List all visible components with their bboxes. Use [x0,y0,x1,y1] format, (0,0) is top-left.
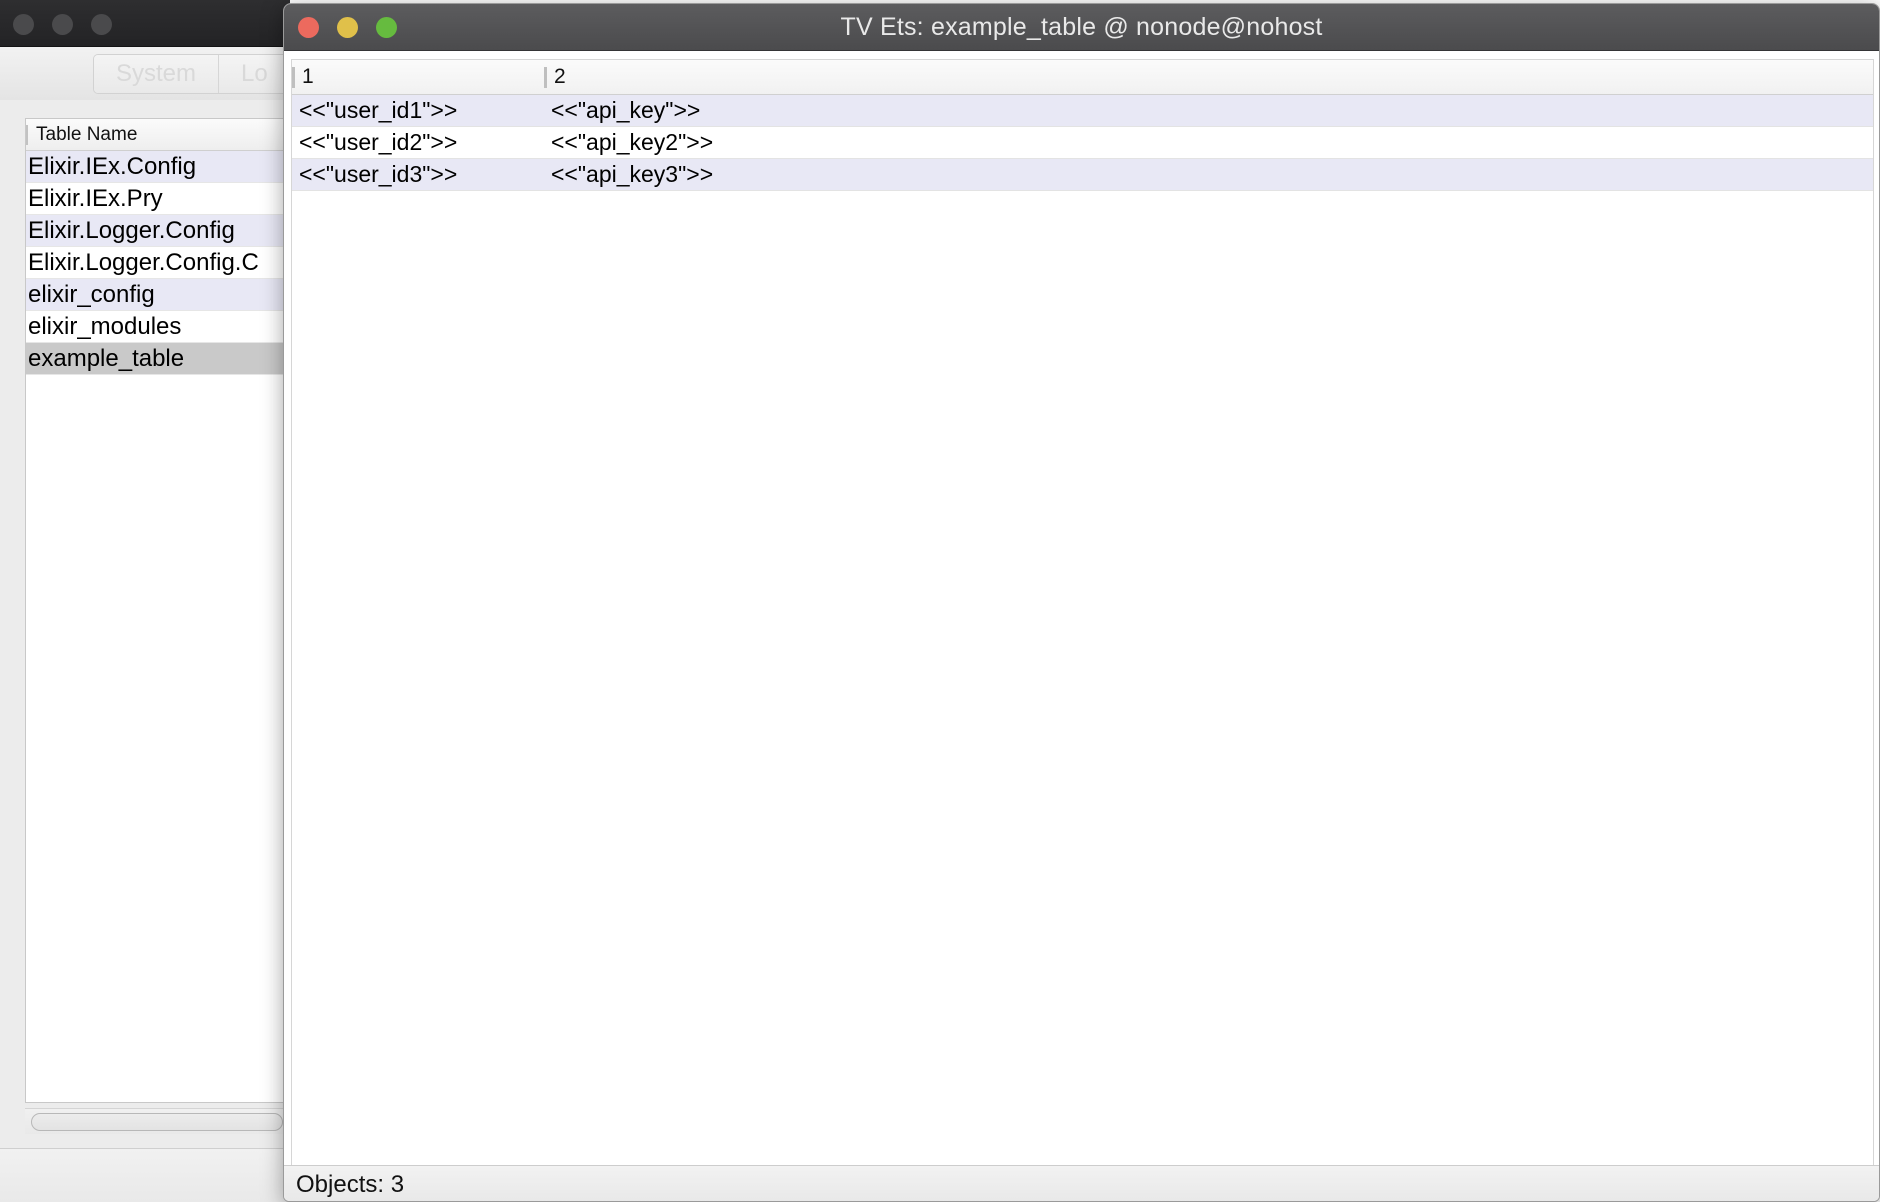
background-window-bottom-bar [0,1148,290,1202]
ets-table-viewer-window[interactable]: TV Ets: example_table @ nonode@nohost 1 … [283,3,1880,1202]
tab-group[interactable]: System Lo [93,54,290,94]
minimize-icon[interactable] [337,17,358,38]
column-header-1-label: 1 [302,65,314,88]
tab-system[interactable]: System [94,55,220,93]
maximize-icon[interactable] [91,14,112,35]
list-item[interactable]: Elixir.IEx.Pry [26,183,290,215]
list-item-label: example_table [28,344,185,372]
background-window[interactable]: System Lo Table Name Elixir.IEx.Config E… [0,0,290,1202]
list-item-label: Elixir.IEx.Config [28,152,197,180]
data-grid-header-row: 1 2 [292,60,1873,95]
window-title: TV Ets: example_table @ nonode@nohost [840,12,1323,41]
close-icon[interactable] [298,17,319,38]
list-item[interactable]: Elixir.Logger.Config.C [26,247,290,279]
background-window-titlebar[interactable] [0,0,290,47]
data-grid[interactable]: 1 2 <<"user_id1">> <<"api_key">> <<"user… [291,59,1874,1165]
horizontal-scrollbar-thumb[interactable] [31,1113,283,1131]
list-item[interactable]: elixir_modules [26,311,290,343]
table-cell: <<"user_id1">> [299,97,458,123]
data-grid-empty-area [292,191,1873,1165]
background-window-toolbar: System Lo [0,47,290,100]
table-cell: <<"user_id3">> [299,161,458,187]
close-icon[interactable] [13,14,34,35]
tab-lo-label: Lo [241,60,268,87]
window-titlebar[interactable]: TV Ets: example_table @ nonode@nohost [284,4,1879,51]
list-item-label: Elixir.Logger.Config [28,216,235,244]
horizontal-scrollbar[interactable] [25,1108,290,1134]
list-item-label: Elixir.IEx.Pry [28,184,163,212]
minimize-icon[interactable] [52,14,73,35]
maximize-icon[interactable] [376,17,397,38]
table-row[interactable]: <<"user_id1">> <<"api_key">> [292,95,1873,127]
object-count-status: Objects: 3 [296,1170,405,1198]
list-item[interactable]: Elixir.Logger.Config [26,215,290,247]
status-bar: Objects: 3 [284,1165,1879,1201]
list-item[interactable]: elixir_config [26,279,290,311]
list-item-label: Elixir.Logger.Config.C [28,248,259,276]
table-cell: <<"user_id2">> [299,129,458,155]
column-header-1[interactable]: 1 [292,60,544,94]
column-header-2-label: 2 [554,65,566,88]
table-name-list-panel[interactable]: Table Name Elixir.IEx.Config Elixir.IEx.… [25,118,290,1103]
tab-lo[interactable]: Lo [219,55,290,93]
table-cell: <<"api_key">> [551,97,701,123]
table-row[interactable]: <<"user_id2">> <<"api_key2">> [292,127,1873,159]
table-cell: <<"api_key2">> [551,129,714,155]
list-item[interactable]: Elixir.IEx.Config [26,151,290,183]
table-name-column-header[interactable]: Table Name [26,119,290,151]
data-grid-container: 1 2 <<"user_id1">> <<"api_key">> <<"user… [284,52,1879,1165]
list-item-label: elixir_config [28,280,155,308]
tab-system-label: System [116,60,197,87]
list-item-label: elixir_modules [28,312,182,340]
list-item-selected[interactable]: example_table [26,343,290,375]
table-name-column-header-label: Table Name [36,123,138,145]
table-row[interactable]: <<"user_id3">> <<"api_key3">> [292,159,1873,191]
table-cell: <<"api_key3">> [551,161,714,187]
column-header-2[interactable]: 2 [544,60,1873,94]
